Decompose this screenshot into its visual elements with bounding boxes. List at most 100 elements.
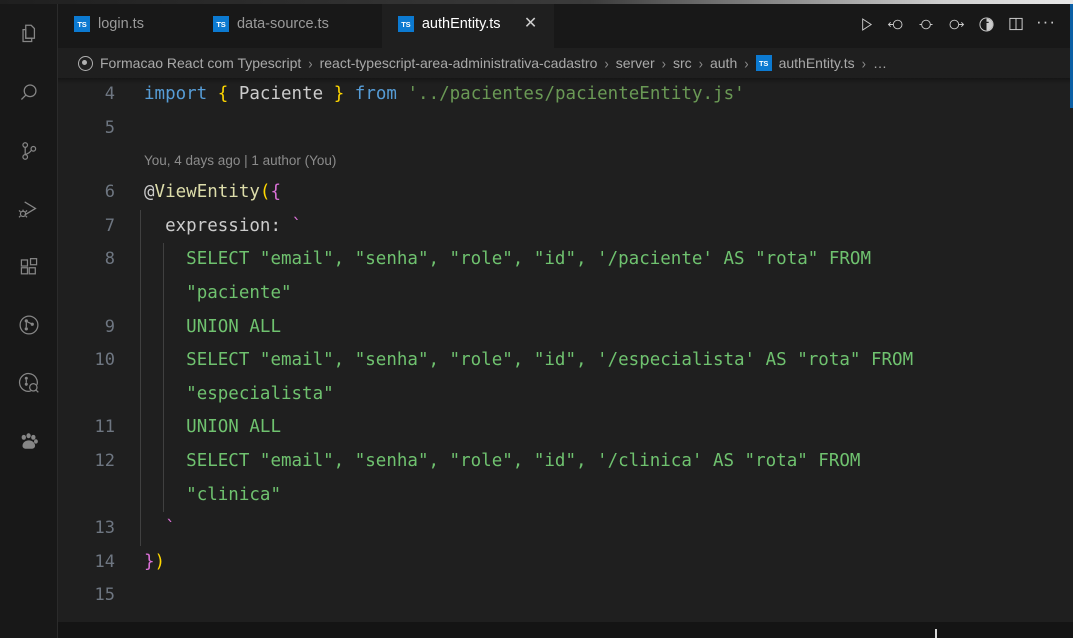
activity-item-search[interactable]	[0, 64, 58, 122]
editor-row: 9 UNION ALL	[58, 310, 1073, 345]
token-brace-open: {	[217, 84, 229, 104]
breadcrumb-label: src	[672, 55, 692, 71]
activity-item-git-graph[interactable]	[0, 296, 58, 354]
breadcrumb-item-src[interactable]: src	[671, 55, 694, 71]
editor-row: 5	[58, 112, 1073, 146]
tab-data-source-ts[interactable]: TS data-source.ts ✕	[196, 0, 382, 48]
line-number[interactable]: 11	[58, 411, 130, 445]
breadcrumb-separator: ›	[604, 54, 609, 72]
split-editor-button[interactable]	[1001, 8, 1031, 40]
breadcrumb-item-workspace[interactable]: Formacao React com Typescript	[76, 55, 303, 71]
line-number[interactable]: 14	[58, 546, 130, 580]
terminal-caret	[935, 629, 937, 638]
git-inspect-icon	[16, 370, 42, 396]
indent-guide	[140, 444, 141, 479]
indent-guide	[140, 377, 141, 412]
indent-guide	[163, 243, 164, 277]
breadcrumb-item-auth[interactable]: auth	[708, 55, 739, 71]
code-line: })	[130, 546, 1073, 580]
line-number[interactable]: 7	[58, 210, 130, 244]
indent-guide	[140, 310, 141, 345]
token-brace-close: }	[144, 551, 155, 572]
token-at: @	[144, 182, 155, 203]
editor-row: 8 SELECT "email", "senha", "role", "id",…	[58, 243, 1073, 277]
panel-edge	[58, 622, 1073, 638]
play-icon	[858, 16, 875, 33]
indent-guide	[140, 209, 141, 244]
breadcrumb-label: auth	[709, 55, 738, 71]
code-line: @ViewEntity({	[130, 176, 1073, 210]
breadcrumb-separator: ›	[698, 54, 703, 72]
token-sql: SELECT "email", "senha", "role", "id", '…	[186, 249, 871, 270]
step-forward-button[interactable]	[941, 8, 971, 40]
tab-authentity-ts[interactable]: TS authEntity.ts ✕	[381, 0, 554, 48]
editor-row-wrap: "especialista"	[58, 377, 1073, 412]
breadcrumb-item-symbol[interactable]: …	[871, 55, 889, 71]
editor-group: TS login.ts ✕ TS data-source.ts ✕ TS aut…	[58, 0, 1073, 638]
indent-guide	[163, 478, 164, 513]
source-control-icon	[16, 138, 42, 164]
breadcrumb: Formacao React com Typescript › react-ty…	[58, 48, 1073, 78]
token-brace: {	[270, 182, 281, 203]
token-colon: :	[270, 215, 281, 236]
vscode-window: TS login.ts ✕ TS data-source.ts ✕ TS aut…	[0, 0, 1073, 638]
activity-item-explorer[interactable]	[0, 6, 58, 64]
breadcrumb-item-server[interactable]: server	[614, 55, 657, 71]
activity-item-run-and-debug[interactable]	[0, 180, 58, 238]
code-editor[interactable]: 4 import { Paciente } from '../pacientes…	[58, 78, 1073, 638]
run-button[interactable]	[851, 8, 881, 40]
editor-row: 15	[58, 579, 1073, 613]
more-actions-button[interactable]: ···	[1031, 8, 1061, 40]
tab-label: login.ts	[98, 15, 144, 32]
line-number[interactable]: 4	[58, 78, 130, 112]
titlebar-edge	[0, 0, 1073, 4]
line-number[interactable]: 6	[58, 176, 130, 210]
line-number[interactable]: 10	[58, 344, 130, 378]
tab-bar: TS login.ts ✕ TS data-source.ts ✕ TS aut…	[58, 0, 1073, 48]
workspace-circle-icon	[78, 55, 93, 71]
code-line: SELECT "email", "senha", "role", "id", '…	[130, 444, 1073, 479]
line-number[interactable]: 9	[58, 311, 130, 345]
token-decorator: ViewEntity	[154, 182, 260, 203]
explorer-icon	[16, 22, 42, 48]
breadcrumb-label: react-typescript-area-administrativa-cad…	[319, 55, 598, 71]
token-sql: UNION ALL	[186, 417, 281, 438]
indent-guide	[163, 310, 164, 345]
git-graph-icon	[16, 312, 42, 338]
breadcrumb-item-file[interactable]: TS authEntity.ts	[754, 55, 857, 71]
line-number[interactable]: 12	[58, 445, 130, 479]
activity-item-git-inspect[interactable]	[0, 354, 58, 412]
token-sql: SELECT "email", "senha", "role", "id", '…	[186, 450, 861, 471]
editor-codelens-row: You, 4 days ago | 1 author (You)	[58, 145, 1073, 176]
indent-guide	[140, 344, 141, 378]
activity-item-paw[interactable]	[0, 412, 58, 470]
indent-guide	[140, 478, 141, 513]
token-property: expression	[165, 215, 271, 236]
line-number[interactable]: 15	[58, 579, 130, 613]
token-sql: "clinica"	[186, 484, 281, 505]
line-number[interactable]: 8	[58, 243, 130, 277]
breadcrumb-separator: ›	[861, 54, 866, 72]
token-sql: SELECT "email", "senha", "role", "id", '…	[186, 350, 914, 371]
indent-guide	[163, 411, 164, 445]
editor-row: 6 @ViewEntity({	[58, 176, 1073, 210]
token-backtick: `	[291, 215, 303, 236]
line-number[interactable]: 5	[58, 112, 130, 146]
activity-item-extensions[interactable]	[0, 238, 58, 296]
editor-row: 10 SELECT "email", "senha", "role", "id"…	[58, 344, 1073, 378]
line-number[interactable]: 13	[58, 512, 130, 546]
token-paren: (	[259, 182, 271, 203]
activity-item-source-control[interactable]	[0, 122, 58, 180]
token-paren-close: )	[154, 551, 166, 572]
indent-guide	[163, 444, 164, 479]
coverage-button[interactable]	[971, 8, 1001, 40]
step-back-button[interactable]	[881, 8, 911, 40]
close-icon[interactable]: ✕	[521, 14, 541, 34]
tab-login-ts[interactable]: TS login.ts ✕	[58, 0, 197, 48]
test-circle-button[interactable]	[911, 8, 941, 40]
breadcrumb-label: authEntity.ts	[778, 55, 855, 71]
codelens-blame[interactable]: You, 4 days ago | 1 author (You)	[130, 144, 336, 178]
breadcrumb-item-project[interactable]: react-typescript-area-administrativa-cad…	[318, 55, 600, 71]
tab-label: authEntity.ts	[421, 15, 501, 32]
editor-row: 4 import { Paciente } from '../pacientes…	[58, 78, 1073, 112]
